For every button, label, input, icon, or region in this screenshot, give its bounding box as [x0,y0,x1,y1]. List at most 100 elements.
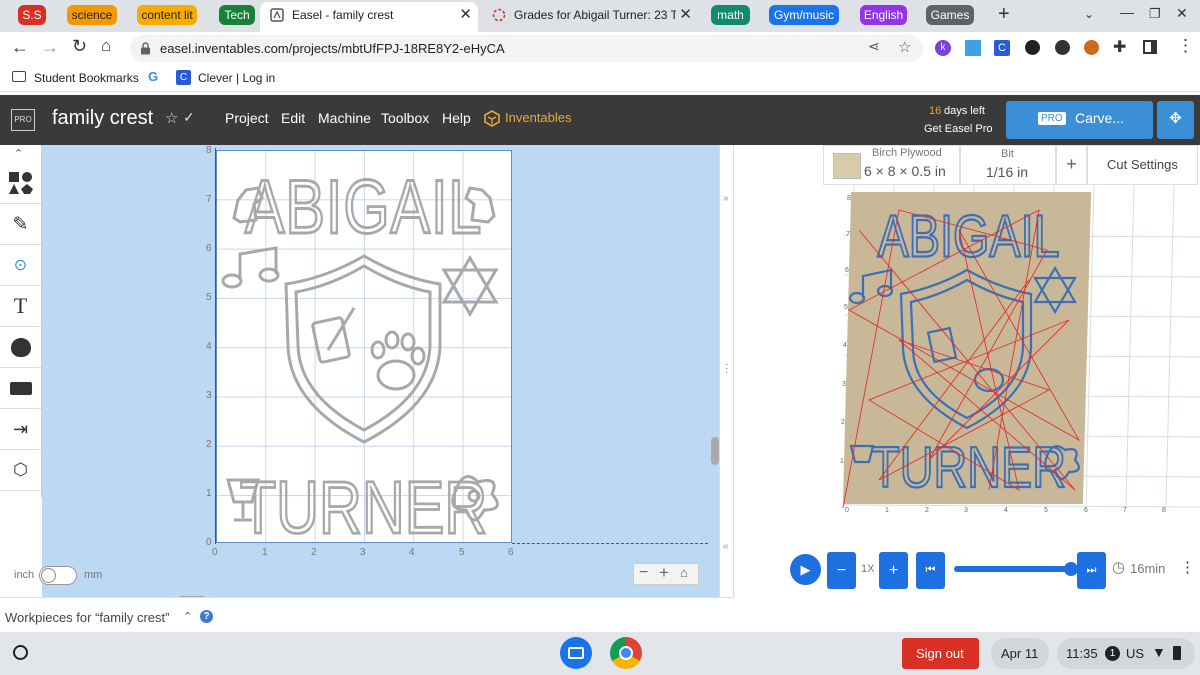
bookmark-star-icon[interactable]: ☆ [898,38,911,56]
collapse-tools-icon[interactable]: ⌃ [14,147,23,160]
material-settings[interactable]: Birch Plywood 6 × 8 × 0.5 in [823,145,960,185]
design-artwork[interactable]: ABIGAIL TURNER [216,150,512,543]
import-tool[interactable]: ⇥ [0,409,41,450]
close-window-icon[interactable]: ✕ [1176,5,1188,22]
reload-icon[interactable]: ↻ [72,36,87,57]
x-tick-5: 5 [459,547,465,558]
menu-toolbox[interactable]: Toolbox [381,110,429,126]
cube-icon: ⬡ [13,460,28,479]
menu-help[interactable]: Help [442,110,471,126]
tab-easel[interactable]: Easel - family crest ✕ [260,2,478,32]
inventables-link[interactable]: Inventables [505,110,572,125]
playback-slider[interactable] [954,562,1078,576]
zoom-out-button[interactable]: − [639,564,648,582]
project-name[interactable]: family crest [52,107,153,130]
tab-group-gym-music[interactable]: Gym/music [769,5,839,25]
3d-tool[interactable]: ⬡ [0,450,41,491]
shapes-tool[interactable] [0,163,41,204]
workpieces-expand-icon[interactable]: ⌃ [183,610,192,623]
tab-strip: S.S science content lit Tech Easel - fam… [0,0,1200,32]
tab-group-games[interactable]: Games [926,5,974,25]
tab-group-tech[interactable]: Tech [219,5,255,25]
close-tab-icon[interactable]: ✕ [679,2,692,28]
browser-menu-icon[interactable]: ⋮ [1177,36,1194,56]
x3d-tick-6: 6 [1084,507,1088,514]
menu-machine[interactable]: Machine [318,110,371,126]
restore-icon[interactable]: ❐ [1149,6,1161,22]
side-panel-icon[interactable] [1143,40,1157,54]
get-easel-pro-link[interactable]: Get Easel Pro [924,123,992,135]
tab-grades[interactable]: Grades for Abigail Turner: 23 TEC ✕ [482,2,698,32]
toolpath-preview: ABIGAIL TURNER [842,202,1081,509]
extension-chat-icon[interactable] [1025,40,1040,55]
expand-left-icon[interactable]: « [723,541,729,552]
extension-k-icon[interactable]: k [935,40,951,56]
extension-rocket-icon[interactable] [1055,40,1070,55]
extensions-puzzle-icon[interactable]: ✚ [1113,37,1126,57]
menu-edit[interactable]: Edit [281,110,305,126]
help-icon[interactable]: ? [200,610,213,623]
home-icon[interactable]: ⌂ [101,36,111,56]
fullscreen-button[interactable]: ✥ [1157,101,1194,139]
omnibox[interactable]: easel.inventables.com/projects/mbtUfFPJ-… [130,35,923,62]
back-icon[interactable]: ← [11,37,29,58]
time-label: 11:35 [1066,646,1098,661]
target-tool[interactable]: ⊙ [0,245,41,286]
menu-project[interactable]: Project [225,110,269,126]
play-button[interactable]: ▶ [790,554,821,585]
bookmark-clever[interactable]: Clever | Log in [198,71,275,85]
tab-group-content-lit[interactable]: content lit [137,5,197,25]
divider-scroll-handle[interactable] [711,437,719,465]
icon-library-tool[interactable] [0,327,41,368]
tab-group-ss[interactable]: S.S [18,5,46,25]
locale-label: US [1126,646,1145,661]
google-icon[interactable]: G [148,69,158,84]
add-bit-button[interactable]: + [1056,145,1087,185]
divider-dots-icon[interactable]: · · · [725,360,728,378]
new-tab-icon[interactable]: + [998,3,1010,26]
unit-toggle[interactable] [39,566,77,585]
carve-button[interactable]: PRO Carve... [1006,101,1153,139]
date-tray[interactable]: Apr 11 [991,638,1049,669]
chrome-app-icon[interactable] [610,637,642,669]
cut-settings-button[interactable]: Cut Settings [1087,145,1198,185]
camera-app-icon[interactable] [560,637,592,669]
panel-divider[interactable]: » · · · « [711,145,734,607]
share-icon[interactable]: ⋖ [868,38,880,55]
y3d-tick-6: 6 [845,267,849,274]
tab-search-icon[interactable]: ⌄ [1084,7,1094,21]
preview-more-icon[interactable]: ⋮ [1180,558,1195,576]
forward-icon[interactable]: → [41,37,59,58]
carve-preview-panel[interactable]: ABIGAIL TURNER 0 1 2 3 4 5 6 7 8 1 2 3 4… [734,145,1200,607]
y-tick-0: 0 [206,537,212,548]
playback-slider-thumb[interactable] [1064,562,1078,576]
wifi-icon: ▼ [1152,644,1166,660]
skip-to-end-button[interactable]: ⏭ [1077,552,1106,589]
favorite-star-icon[interactable]: ☆ [165,109,178,127]
speed-down-button[interactable]: − [827,552,856,589]
skip-to-start-button[interactable]: ⏮ [916,552,945,589]
tab-group-science[interactable]: science [67,5,117,25]
pen-tool[interactable]: ✎ [0,204,41,245]
bookmark-student-bookmarks[interactable]: Student Bookmarks [34,71,139,85]
zoom-controls: − + ⌂ [633,563,699,585]
tab-group-english[interactable]: English [860,5,907,25]
status-tray[interactable]: 11:35 1 US ▼ [1057,638,1195,669]
speed-up-button[interactable]: + [879,552,908,589]
minimize-icon[interactable]: — [1120,4,1134,20]
sign-out-button[interactable]: Sign out [902,638,979,669]
close-tab-icon[interactable]: ✕ [459,2,472,28]
extension-screencast-icon[interactable] [965,40,981,56]
extension-adblock-icon[interactable] [1084,40,1099,55]
text-tool[interactable]: T [0,286,41,327]
zoom-home-button[interactable]: ⌂ [680,565,688,580]
tab-group-math[interactable]: math [711,5,750,25]
expand-right-icon[interactable]: » [723,193,729,204]
y3d-tick-1: 1 [840,458,844,465]
zoom-in-button[interactable]: + [659,563,669,583]
extension-c-icon[interactable]: C [994,40,1010,56]
launcher-icon[interactable] [13,645,28,660]
apps-tool[interactable] [0,368,41,409]
bit-settings[interactable]: Bit 1/16 in [960,145,1056,185]
workpieces-label[interactable]: Workpieces for “family crest” [5,610,169,625]
